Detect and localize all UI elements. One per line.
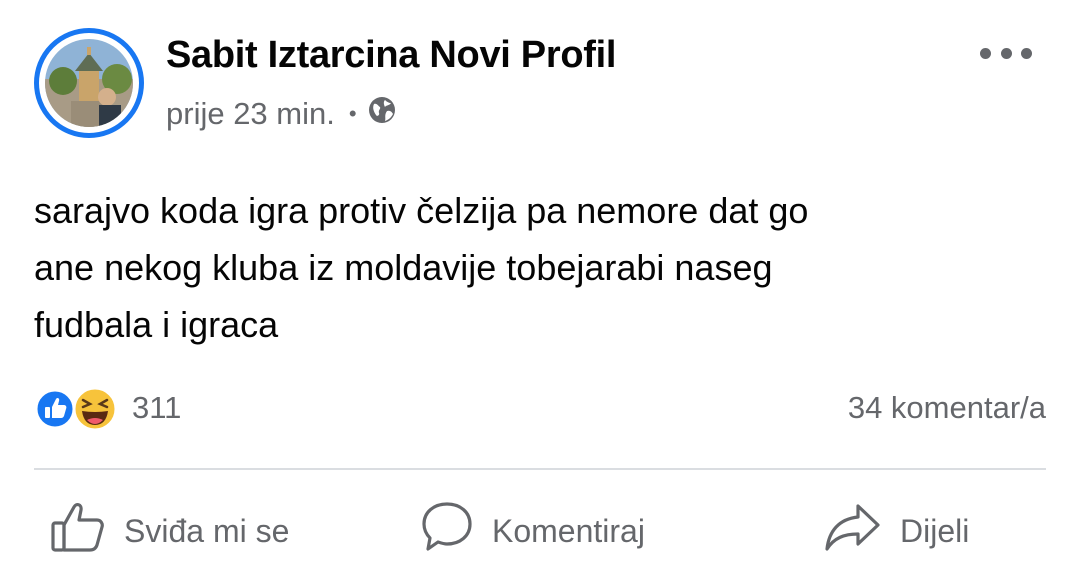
share-arrow-icon (824, 501, 900, 561)
profile-photo (45, 39, 133, 127)
reaction-icons[interactable] (34, 386, 126, 432)
post-text-line: sarajvo koda igra protiv čelzija pa nemo… (34, 190, 809, 231)
reactions-bar: 311 34 komentar/a (34, 386, 1046, 432)
post-text: sarajvo koda igra protiv čelzija pa nemo… (34, 182, 1046, 353)
thumbs-up-icon (50, 501, 124, 561)
like-reaction-icon (34, 388, 76, 435)
share-label: Dijeli (900, 512, 970, 549)
post-text-line: ane nekog kluba iz moldavije tobejarabi … (34, 247, 773, 288)
more-options-icon[interactable] (980, 38, 1032, 68)
post-text-line: fudbala i igraca (34, 304, 279, 345)
post-timestamp[interactable]: prije 23 min. (166, 96, 335, 132)
comment-bubble-icon (420, 500, 492, 562)
reaction-count[interactable]: 311 (132, 390, 181, 426)
comment-label: Komentiraj (492, 512, 645, 549)
divider (34, 468, 1046, 470)
like-button[interactable]: Sviđa mi se (50, 498, 289, 564)
haha-reaction-icon (72, 386, 118, 437)
meta-separator: • (348, 101, 357, 126)
comment-button[interactable]: Komentiraj (420, 498, 645, 564)
post-header: Sabit Iztarcina Novi Profil prije 23 min… (34, 28, 1046, 142)
author-name[interactable]: Sabit Iztarcina Novi Profil (166, 34, 616, 77)
like-label: Sviđa mi se (124, 512, 290, 549)
share-button[interactable]: Dijeli (824, 498, 969, 564)
comment-count[interactable]: 34 komentar/a (848, 390, 1046, 426)
globe-icon (367, 95, 397, 133)
action-bar: Sviđa mi se Komentiraj Dijeli (34, 498, 1046, 564)
post-meta: prije 23 min. • (166, 94, 397, 134)
avatar[interactable] (34, 28, 144, 138)
